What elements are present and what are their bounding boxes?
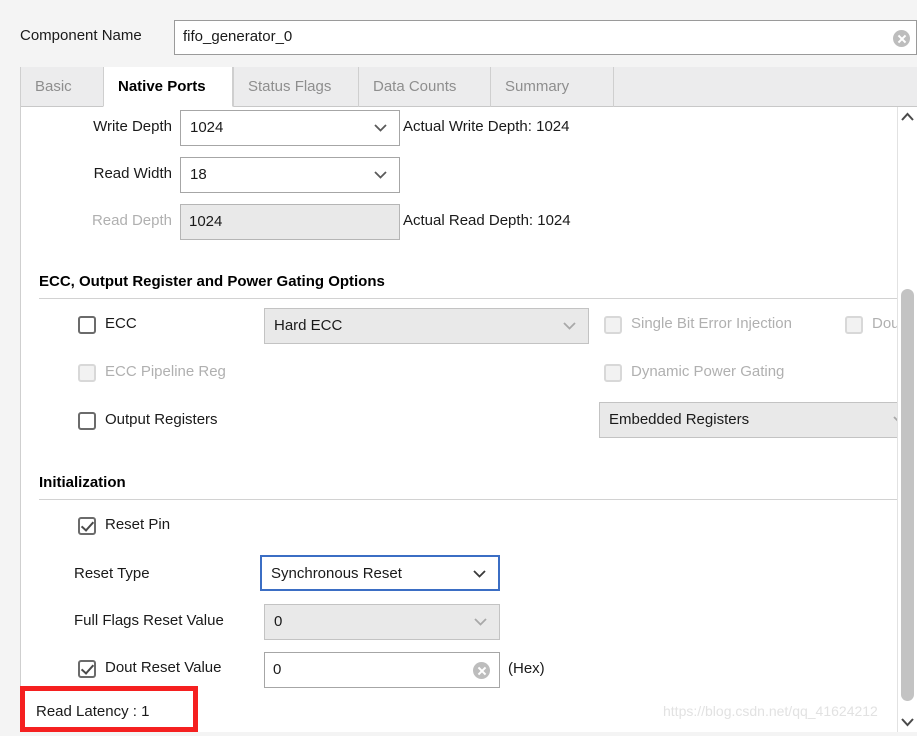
read-depth-label: Read Depth bbox=[91, 212, 172, 229]
scroll-down-icon[interactable] bbox=[898, 712, 917, 732]
output-registers-value: Embedded Registers bbox=[609, 411, 750, 428]
dout-reset-value: 0 bbox=[273, 661, 282, 678]
tab-data-counts[interactable]: Data Counts bbox=[358, 67, 490, 107]
read-depth-field: 1024 bbox=[180, 204, 400, 240]
tab-overflow-spacer bbox=[613, 67, 643, 107]
reset-type-value: Synchronous Reset bbox=[271, 565, 402, 582]
read-latency-annotation-box: Read Latency : 1 bbox=[20, 686, 198, 732]
full-flags-reset-value-label: Full Flags Reset Value bbox=[74, 612, 224, 629]
clear-circle-icon[interactable] bbox=[893, 30, 910, 47]
reset-pin-label: Reset Pin bbox=[105, 516, 171, 533]
checkbox-box bbox=[604, 316, 622, 334]
output-registers-label: Output Registers bbox=[105, 411, 218, 428]
chevron-down-icon bbox=[473, 570, 486, 578]
component-name-label: Component Name bbox=[20, 27, 142, 44]
watermark-text: https://blog.csdn.net/qq_41624212 bbox=[663, 703, 878, 719]
checkbox-box bbox=[78, 412, 96, 430]
reset-type-label: Reset Type bbox=[74, 565, 150, 582]
write-depth-label: Write Depth bbox=[93, 118, 172, 135]
write-depth-combo[interactable]: 1024 bbox=[180, 110, 400, 146]
checkbox-box bbox=[604, 364, 622, 382]
hex-hint-label: (Hex) bbox=[508, 660, 545, 677]
checkbox-box bbox=[78, 316, 96, 334]
dynamic-power-gating-label: Dynamic Power Gating bbox=[631, 363, 785, 380]
scrollbar-thumb[interactable] bbox=[901, 289, 914, 701]
read-width-label: Read Width bbox=[93, 165, 172, 182]
output-registers-combo: Embedded Registers bbox=[599, 402, 897, 438]
tab-label: Summary bbox=[505, 78, 570, 95]
component-name-input[interactable]: fifo_generator_0 bbox=[174, 20, 917, 55]
chevron-down-icon bbox=[563, 322, 576, 330]
tab-bar: Basic Native Ports Status Flags Data Cou… bbox=[20, 67, 917, 107]
tab-status-flags[interactable]: Status Flags bbox=[233, 67, 358, 107]
tab-label: Status Flags bbox=[248, 78, 332, 95]
write-depth-value: 1024 bbox=[190, 119, 224, 136]
chevron-down-icon bbox=[374, 171, 387, 179]
scroll-up-icon[interactable] bbox=[898, 107, 917, 127]
read-width-value: 18 bbox=[190, 166, 207, 183]
full-flags-reset-value-combo: 0 bbox=[264, 604, 500, 640]
checkbox-box bbox=[78, 660, 96, 678]
clear-circle-icon[interactable] bbox=[473, 662, 490, 679]
tab-basic[interactable]: Basic bbox=[20, 67, 103, 107]
dout-reset-value-label: Dout Reset Value bbox=[105, 659, 222, 676]
reset-type-combo[interactable]: Synchronous Reset bbox=[260, 555, 500, 591]
ecc-pipeline-reg-label: ECC Pipeline Reg bbox=[105, 363, 226, 380]
component-name-value: fifo_generator_0 bbox=[183, 28, 293, 45]
full-flags-reset-value: 0 bbox=[274, 613, 283, 630]
read-depth-value: 1024 bbox=[189, 213, 223, 230]
chevron-down-icon bbox=[374, 124, 387, 132]
read-width-combo[interactable]: 18 bbox=[180, 157, 400, 193]
actual-write-depth-text: Actual Write Depth: 1024 bbox=[403, 118, 570, 135]
ecc-checkbox-label: ECC bbox=[105, 315, 137, 332]
checkbox-box bbox=[78, 364, 96, 382]
dout-reset-value-input[interactable]: 0 bbox=[264, 652, 500, 688]
checkbox-box bbox=[78, 517, 96, 535]
initialization-section-title: Initialization bbox=[39, 474, 126, 491]
ecc-section-title: ECC, Output Register and Power Gating Op… bbox=[39, 273, 385, 290]
ecc-mode-combo: Hard ECC bbox=[264, 308, 589, 344]
tab-label: Native Ports bbox=[118, 78, 206, 95]
tab-summary[interactable]: Summary bbox=[490, 67, 613, 107]
actual-read-depth-text: Actual Read Depth: 1024 bbox=[403, 212, 571, 229]
ecc-mode-value: Hard ECC bbox=[274, 317, 343, 334]
dialog-header: Component Name fifo_generator_0 bbox=[0, 0, 917, 62]
tab-native-ports[interactable]: Native Ports bbox=[103, 67, 233, 107]
native-ports-panel: Write Depth 1024 Actual Write Depth: 102… bbox=[20, 107, 897, 732]
tab-label: Basic bbox=[35, 78, 72, 95]
ecc-section-rule bbox=[39, 298, 897, 299]
read-latency-label: Read Latency : 1 bbox=[36, 703, 150, 720]
single-bit-error-injection-label: Single Bit Error Injection bbox=[631, 315, 792, 332]
double-bit-error-injection-label: Dou bbox=[872, 315, 897, 332]
initialization-section-rule bbox=[39, 499, 897, 500]
tab-label: Data Counts bbox=[373, 78, 457, 95]
checkbox-box bbox=[845, 316, 863, 334]
vertical-scrollbar[interactable] bbox=[897, 107, 917, 732]
chevron-down-icon bbox=[474, 618, 487, 626]
